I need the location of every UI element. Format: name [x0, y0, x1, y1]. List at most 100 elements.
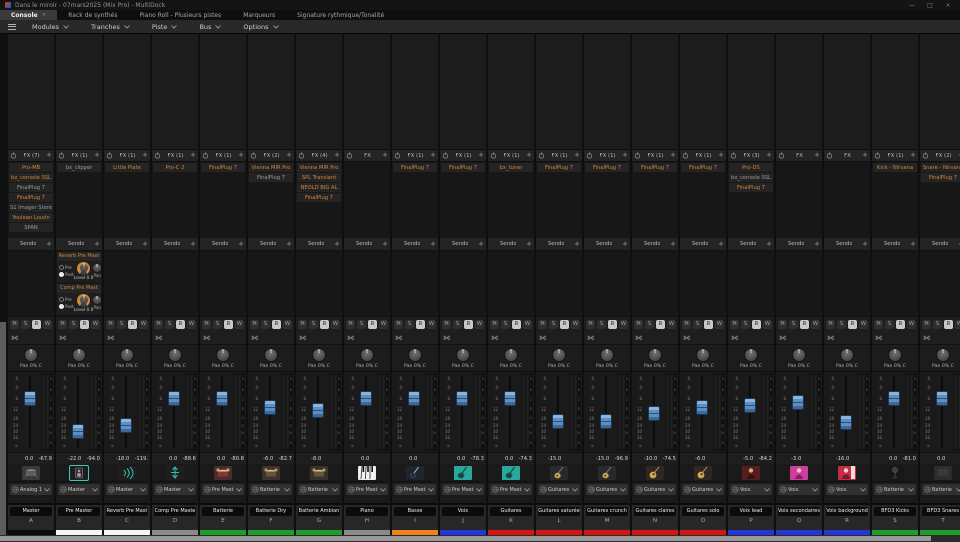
output-selector[interactable]: Guitares — [586, 484, 628, 495]
add-fx-icon[interactable]: + — [526, 152, 532, 159]
send-prepost-switch[interactable]: Pre Post — [59, 265, 74, 277]
fx-power-icon[interactable] — [10, 152, 17, 159]
solo-button[interactable]: S — [213, 320, 222, 329]
add-fx-icon[interactable]: + — [814, 152, 820, 159]
stereo-interleave-icon[interactable]: ⋈ — [107, 334, 114, 342]
waves-icon[interactable] — [118, 466, 136, 480]
track-name[interactable]: Guitares solo — [682, 507, 724, 516]
fx-power-icon[interactable] — [586, 152, 593, 159]
horizontal-scrollbar[interactable] — [0, 535, 960, 542]
track-name[interactable]: Batterie Dry — [250, 507, 292, 516]
solo-button[interactable]: S — [453, 320, 462, 329]
volume-fader[interactable] — [403, 373, 424, 451]
tab-synth-rack[interactable]: Rack de synthés — [57, 10, 128, 20]
volume-fader[interactable] — [499, 373, 520, 451]
mute-button[interactable]: M — [394, 320, 403, 329]
record-arm-button[interactable]: R — [560, 320, 569, 329]
solo-button[interactable]: S — [741, 320, 750, 329]
bass-icon[interactable] — [406, 466, 424, 480]
write-automation-button[interactable]: W — [331, 320, 340, 329]
dark-icon[interactable] — [934, 466, 952, 480]
write-automation-button[interactable]: W — [43, 320, 52, 329]
write-automation-button[interactable]: W — [139, 320, 148, 329]
volume-fader[interactable] — [691, 373, 712, 451]
stereo-interleave-icon[interactable]: ⋈ — [347, 334, 354, 342]
pan-knob[interactable] — [120, 348, 134, 362]
fx-plugin[interactable]: FinalPlug 7 — [729, 183, 773, 192]
output-selector[interactable]: Batterie — [874, 484, 916, 495]
record-arm-button[interactable]: R — [224, 320, 233, 329]
mute-button[interactable]: M — [730, 320, 739, 329]
record-arm-button[interactable]: R — [704, 320, 713, 329]
fx-power-icon[interactable] — [778, 152, 785, 159]
add-fx-icon[interactable]: + — [718, 152, 724, 159]
output-selector[interactable]: Voix — [778, 484, 820, 495]
mute-button[interactable]: M — [634, 320, 643, 329]
volume-fader[interactable] — [451, 373, 472, 451]
menu-piste[interactable]: Piste — [152, 23, 178, 31]
track-name[interactable]: Basse — [394, 507, 436, 516]
record-arm-button[interactable]: R — [176, 320, 185, 329]
fader-cap[interactable] — [600, 414, 612, 429]
volume-fader[interactable] — [931, 373, 952, 451]
fx-plugin[interactable]: FinalPlug 7 — [921, 173, 960, 182]
track-name[interactable]: Pre Master — [58, 507, 100, 516]
send-pre-option[interactable]: Pre — [59, 297, 74, 302]
hamburger-icon[interactable] — [8, 23, 18, 31]
track-name[interactable]: Batterie Ambian — [298, 507, 340, 516]
add-fx-icon[interactable]: + — [334, 152, 340, 159]
pan-knob[interactable] — [552, 348, 566, 362]
output-selector[interactable]: Analog 1 — [10, 484, 52, 495]
mute-button[interactable]: M — [10, 320, 19, 329]
pan-knob[interactable] — [840, 348, 854, 362]
fx-power-icon[interactable] — [298, 152, 305, 159]
solo-button[interactable]: S — [165, 320, 174, 329]
write-automation-button[interactable]: W — [475, 320, 484, 329]
tab-markers[interactable]: Marqueurs — [232, 10, 286, 20]
guitar-tan-icon[interactable] — [550, 466, 568, 480]
drum-brown-icon[interactable] — [262, 466, 280, 480]
add-fx-icon[interactable]: + — [910, 152, 916, 159]
pan-knob[interactable] — [264, 348, 278, 362]
send-level-knob[interactable] — [77, 294, 90, 307]
record-arm-button[interactable]: R — [848, 320, 857, 329]
record-arm-button[interactable]: R — [272, 320, 281, 329]
fx-plugin[interactable]: bx_console SSL — [9, 173, 53, 182]
fx-power-icon[interactable] — [682, 152, 689, 159]
track-name[interactable]: Comp Pre Maste — [154, 507, 196, 516]
output-selector[interactable]: Guitares — [538, 484, 580, 495]
solo-button[interactable]: S — [597, 320, 606, 329]
write-automation-button[interactable]: W — [619, 320, 628, 329]
close-button[interactable]: × — [941, 2, 955, 9]
pan-knob[interactable] — [360, 348, 374, 362]
write-automation-button[interactable]: W — [427, 320, 436, 329]
track-name[interactable]: BFD3 Kicks — [874, 507, 916, 516]
fx-plugin[interactable]: FinalPlug 7 — [537, 163, 581, 172]
mute-button[interactable]: M — [826, 320, 835, 329]
volume-fader[interactable] — [787, 373, 808, 451]
add-send-icon[interactable]: + — [238, 241, 244, 248]
solo-button[interactable]: S — [357, 320, 366, 329]
add-fx-icon[interactable]: + — [46, 152, 52, 159]
pan-knob[interactable] — [216, 348, 230, 362]
output-selector[interactable]: Pre Mast — [442, 484, 484, 495]
pan-knob[interactable] — [888, 348, 902, 362]
write-automation-button[interactable]: W — [763, 320, 772, 329]
menu-modules[interactable]: Modules — [32, 23, 69, 31]
solo-button[interactable]: S — [933, 320, 942, 329]
fx-power-icon[interactable] — [922, 152, 929, 159]
volume-fader[interactable] — [643, 373, 664, 451]
fx-plugin[interactable]: NEOLD BIG AL — [297, 183, 341, 192]
track-name[interactable]: Guitares saturée — [538, 507, 580, 516]
record-arm-button[interactable]: R — [464, 320, 473, 329]
fx-plugin[interactable]: FinalPlug 7 — [9, 193, 53, 202]
volume-fader[interactable] — [115, 373, 136, 451]
solo-button[interactable]: S — [501, 320, 510, 329]
record-arm-button[interactable]: R — [656, 320, 665, 329]
record-arm-button[interactable]: R — [752, 320, 761, 329]
fader-cap[interactable] — [504, 391, 516, 406]
mute-button[interactable]: M — [682, 320, 691, 329]
volume-fader[interactable] — [307, 373, 328, 451]
singer-pink-icon[interactable] — [790, 466, 808, 480]
add-send-icon[interactable]: + — [670, 241, 676, 248]
